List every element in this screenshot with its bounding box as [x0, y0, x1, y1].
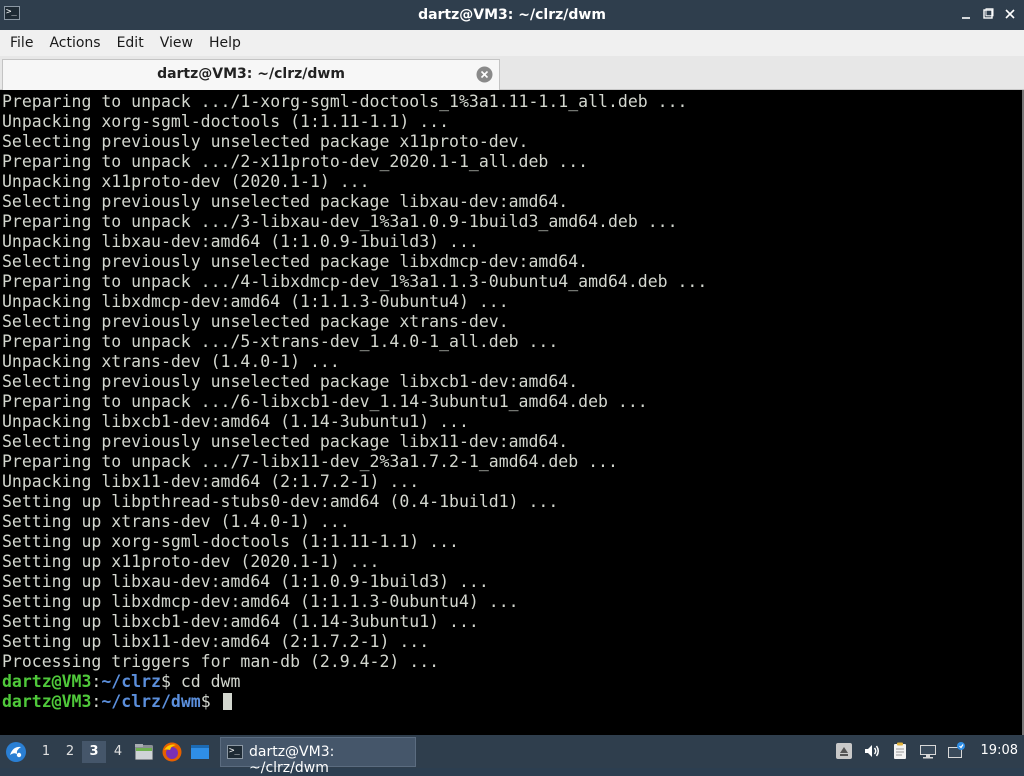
terminal-view[interactable]: Preparing to unpack .../1-xorg-sgml-doct…: [0, 90, 1024, 735]
taskbar-clock[interactable]: 19:08: [981, 743, 1018, 758]
terminal-line: Unpacking libx11-dev:amd64 (2:1.7.2-1) .…: [2, 472, 420, 491]
prompt-user: dartz@VM3: [2, 672, 92, 691]
menu-help[interactable]: Help: [201, 30, 249, 56]
terminal-line: Preparing to unpack .../6-libxcb1-dev_1.…: [2, 392, 648, 411]
terminal-line: Unpacking xtrans-dev (1.4.0-1) ...: [2, 352, 340, 371]
tab-bar: dartz@VM3: ~/clrz/dwm: [0, 56, 1024, 90]
terminal-line: Preparing to unpack .../7-libx11-dev_2%3…: [2, 452, 618, 471]
terminal-line: Setting up xorg-sgml-doctools (1:1.11-1.…: [2, 532, 459, 551]
desktop-switcher: 1 2 3 4: [34, 741, 130, 763]
terminal-line: Setting up libx11-dev:amd64 (2:1.7.2-1) …: [2, 632, 430, 651]
terminal-line: Setting up x11proto-dev (2020.1-1) ...: [2, 552, 380, 571]
terminal-line: Selecting previously unselected package …: [2, 192, 569, 211]
terminal-line: Unpacking xorg-sgml-doctools (1:1.11-1.1…: [2, 112, 450, 131]
terminal-cursor: [222, 693, 232, 710]
clipboard-icon[interactable]: [890, 741, 910, 761]
task-label: dartz@VM3: ~/clrz/dwm: [249, 744, 335, 776]
desktop-2[interactable]: 2: [58, 741, 82, 763]
menu-view[interactable]: View: [152, 30, 201, 56]
menu-bar: File Actions Edit View Help: [0, 30, 1024, 56]
terminal-line: Setting up xtrans-dev (1.4.0-1) ...: [2, 512, 350, 531]
window-title: dartz@VM3: ~/clrz/dwm: [418, 7, 606, 23]
terminal-line: Unpacking x11proto-dev (2020.1-1) ...: [2, 172, 370, 191]
desktop-3[interactable]: 3: [82, 741, 106, 763]
terminal-line: Unpacking libxcb1-dev:amd64 (1.14-3ubunt…: [2, 412, 469, 431]
firefox-icon[interactable]: [161, 741, 183, 763]
terminal-line: Setting up libxau-dev:amd64 (1:1.0.9-1bu…: [2, 572, 489, 591]
tab-close-icon[interactable]: [476, 66, 493, 83]
close-icon[interactable]: [1002, 6, 1018, 22]
menu-file[interactable]: File: [2, 30, 41, 56]
task-terminal-button[interactable]: >_ dartz@VM3: ~/clrz/dwm: [220, 737, 416, 776]
terminal-line: Preparing to unpack .../1-xorg-sgml-doct…: [2, 92, 688, 111]
system-tray: [834, 741, 966, 761]
file-manager-icon[interactable]: [133, 741, 155, 763]
terminal-line: Setting up libxdmcp-dev:amd64 (1:1.1.3-0…: [2, 592, 519, 611]
prompt-path: ~/clrz/dwm: [101, 692, 201, 711]
menu-actions[interactable]: Actions: [41, 30, 108, 56]
prompt-separator: :: [91, 672, 102, 691]
taskbar: 1 2 3 4 >_ dartz@VM3: ~/clrz/dwm 19:08: [0, 735, 1024, 776]
desktop-1[interactable]: 1: [34, 741, 58, 763]
terminal-prompt-line: dartz@VM3:~/clrz/dwm$: [2, 692, 707, 712]
network-icon[interactable]: [918, 741, 938, 761]
volume-icon[interactable]: [862, 741, 882, 761]
removable-media-icon[interactable]: [834, 741, 854, 761]
terminal-task-icon: >_: [227, 745, 243, 759]
prompt-command: [211, 692, 221, 711]
terminal-prompt-line: dartz@VM3:~/clrz$ cd dwm: [2, 672, 707, 692]
terminal-line: Setting up libxcb1-dev:amd64 (1.14-3ubun…: [2, 612, 479, 631]
terminal-line: Preparing to unpack .../2-x11proto-dev_2…: [2, 152, 589, 171]
terminal-line: Unpacking libxau-dev:amd64 (1:1.0.9-1bui…: [2, 232, 479, 251]
prompt-command: cd dwm: [170, 672, 241, 691]
maximize-icon[interactable]: [980, 6, 996, 22]
show-desktop-icon[interactable]: [189, 741, 211, 763]
terminal-line: Selecting previously unselected package …: [2, 432, 569, 451]
prompt-user: dartz@VM3: [2, 692, 92, 711]
terminal-line: Preparing to unpack .../5-xtrans-dev_1.4…: [2, 332, 559, 351]
terminal-line: Unpacking libxdmcp-dev:amd64 (1:1.1.3-0u…: [2, 292, 509, 311]
menu-edit[interactable]: Edit: [109, 30, 152, 56]
terminal-line: Preparing to unpack .../3-libxau-dev_1%3…: [2, 212, 678, 231]
terminal-tab[interactable]: dartz@VM3: ~/clrz/dwm: [2, 59, 500, 90]
prompt-symbol: $: [200, 692, 211, 711]
terminal-output: Preparing to unpack .../1-xorg-sgml-doct…: [2, 92, 707, 712]
lxqt-start-icon[interactable]: [5, 741, 27, 763]
terminal-line: Selecting previously unselected package …: [2, 252, 589, 271]
prompt-separator: :: [91, 692, 102, 711]
tab-label: dartz@VM3: ~/clrz/dwm: [157, 66, 345, 82]
update-notifier-icon[interactable]: [946, 741, 966, 761]
minimize-icon[interactable]: [958, 6, 974, 22]
prompt-path: ~/clrz: [101, 672, 161, 691]
prompt-symbol: $: [160, 672, 171, 691]
terminal-line: Setting up libpthread-stubs0-dev:amd64 (…: [2, 492, 559, 511]
window-titlebar[interactable]: >_ dartz@VM3: ~/clrz/dwm: [0, 0, 1024, 30]
terminal-line: Selecting previously unselected package …: [2, 312, 509, 331]
quick-launch: [133, 741, 211, 763]
terminal-line: Selecting previously unselected package …: [2, 372, 579, 391]
terminal-line: Preparing to unpack .../4-libxdmcp-dev_1…: [2, 272, 708, 291]
desktop-4[interactable]: 4: [106, 741, 130, 763]
terminal-line: Selecting previously unselected package …: [2, 132, 529, 151]
terminal-line: Processing triggers for man-db (2.9.4-2)…: [2, 652, 440, 671]
